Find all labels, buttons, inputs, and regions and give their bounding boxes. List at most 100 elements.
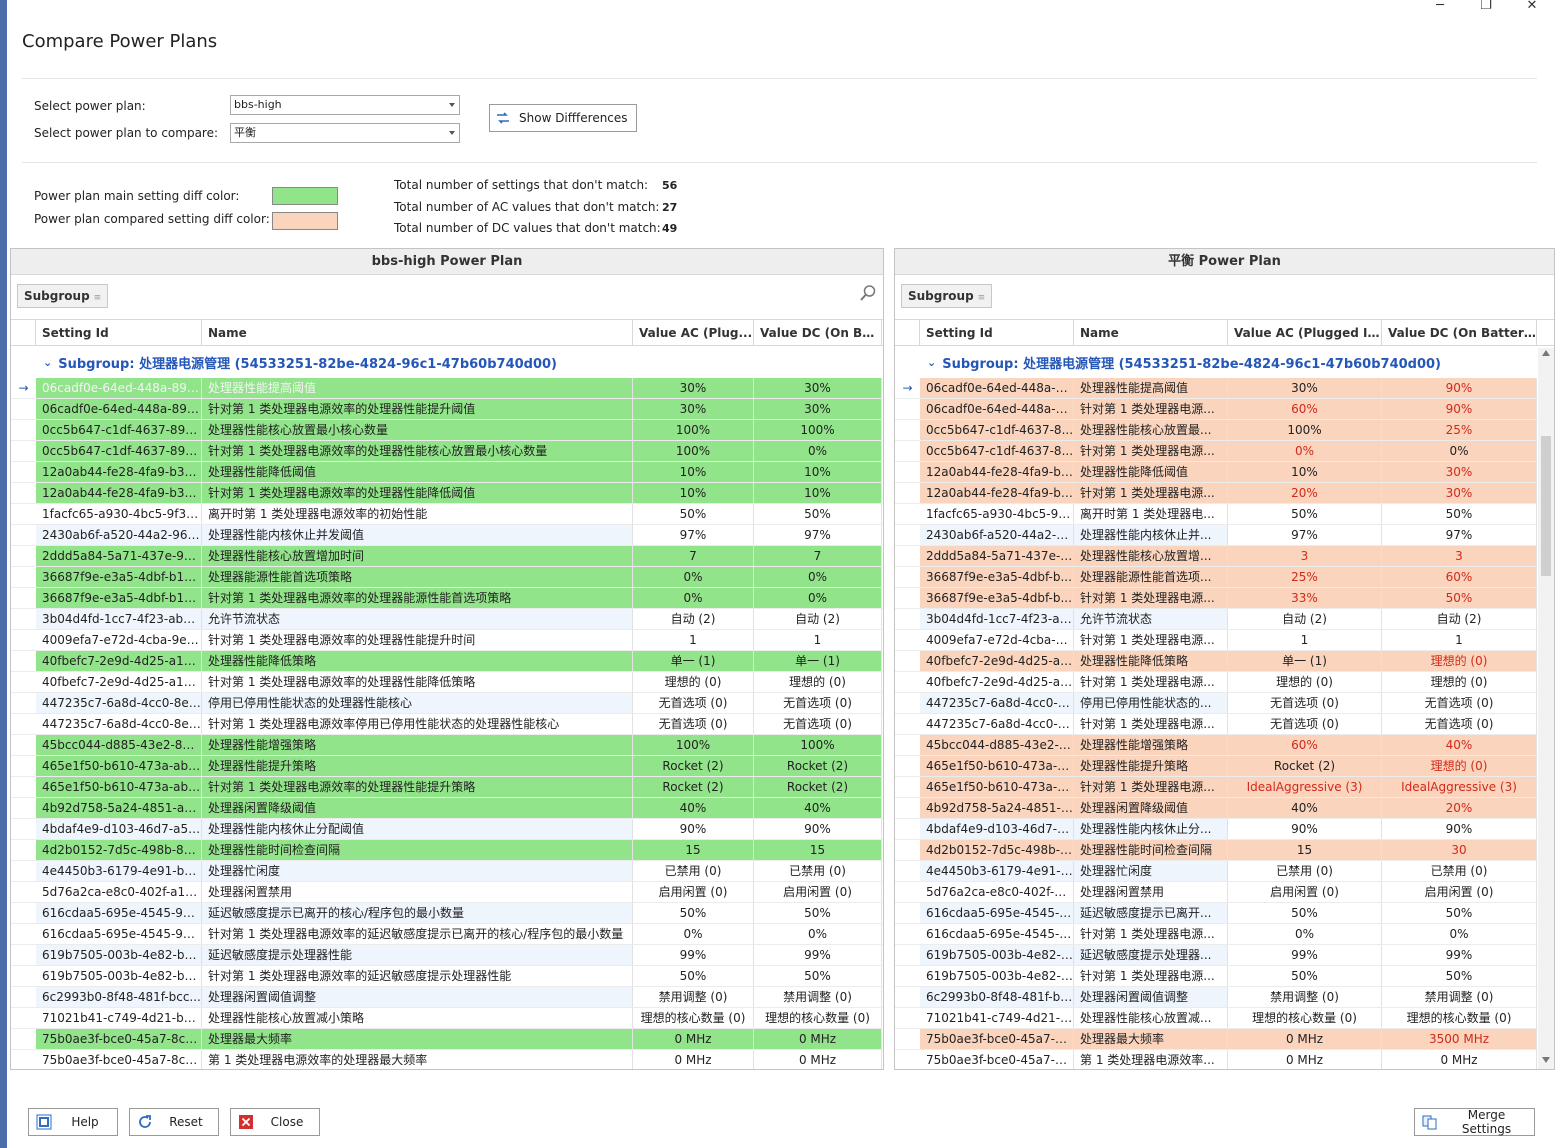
subgroup-row[interactable]: ⌄ Subgroup: 处理器电源管理 (54533251-82be-4824-… — [11, 346, 883, 378]
setting-id-cell[interactable]: 447235c7-6a8d-4cc0-8e2... — [36, 693, 202, 713]
name-cell[interactable]: 处理器性能降低阈值 — [202, 462, 633, 482]
value-dc-cell[interactable]: 理想的 (0) — [1382, 651, 1537, 671]
name-cell[interactable]: 处理器性能内核休止分... — [1074, 819, 1228, 839]
setting-id-cell[interactable]: 6c2993b0-8f48-481f-bc... — [920, 987, 1074, 1007]
value-dc-cell[interactable]: 7 — [754, 546, 882, 566]
value-ac-cell[interactable]: 0% — [633, 567, 754, 587]
setting-id-cell[interactable]: 447235c7-6a8d-4cc0-8... — [920, 693, 1074, 713]
value-dc-cell[interactable]: 已禁用 (0) — [754, 861, 882, 881]
value-dc-cell[interactable]: 100% — [754, 735, 882, 755]
name-cell[interactable]: 第 1 类处理器电源效率... — [1074, 1050, 1228, 1069]
table-row[interactable]: 36687f9e-e3a5-4dbf-b... 针对第 1 类处理器电源... 33… — [895, 588, 1554, 609]
value-ac-cell[interactable]: 10% — [1228, 462, 1382, 482]
value-dc-cell[interactable]: 25% — [1382, 420, 1537, 440]
table-row[interactable]: 4bdaf4e9-d103-46d7-a... 处理器性能内核休止分... 90% 9… — [895, 819, 1554, 840]
value-dc-cell[interactable]: 30% — [754, 378, 882, 398]
setting-id-cell[interactable]: 75b0ae3f-bce0-45a7-8c... — [920, 1050, 1074, 1069]
value-dc-cell[interactable]: 99% — [754, 945, 882, 965]
value-ac-cell[interactable]: 0% — [633, 588, 754, 608]
value-ac-cell[interactable]: 理想的 (0) — [1228, 672, 1382, 692]
value-dc-cell[interactable]: Rocket (2) — [754, 756, 882, 776]
name-cell[interactable]: 针对第 1 类处理器电源... — [1074, 630, 1228, 650]
setting-id-cell[interactable]: 616cdaa5-695e-4545-97a... — [36, 903, 202, 923]
value-ac-cell[interactable]: 无首选项 (0) — [633, 693, 754, 713]
value-ac-cell[interactable]: 理想的 (0) — [633, 672, 754, 692]
close-window-button[interactable]: ✕ — [1509, 0, 1555, 14]
setting-id-cell[interactable]: 2ddd5a84-5a71-437e-912... — [36, 546, 202, 566]
setting-id-cell[interactable]: 71021b41-c749-4d21-b... — [920, 1008, 1074, 1028]
setting-id-cell[interactable]: 75b0ae3f-bce0-45a7-8c8... — [36, 1029, 202, 1049]
value-ac-cell[interactable]: 0 MHz — [1228, 1050, 1382, 1069]
value-ac-cell[interactable]: 100% — [1228, 420, 1382, 440]
value-ac-cell[interactable]: IdealAggressive (3) — [1228, 777, 1382, 797]
name-cell[interactable]: 针对第 1 类处理器电源... — [1074, 924, 1228, 944]
value-dc-cell[interactable]: 10% — [754, 462, 882, 482]
value-dc-cell[interactable]: 50% — [754, 966, 882, 986]
name-cell[interactable]: 处理器能源性能首选项... — [1074, 567, 1228, 587]
help-button[interactable]: Help — [28, 1108, 118, 1136]
merge-settings-button[interactable]: Merge Settings — [1414, 1108, 1535, 1136]
name-cell[interactable]: 针对第 1 类处理器电源效率的处理器性能降低阈值 — [202, 483, 633, 503]
setting-id-cell[interactable]: 0cc5b647-c1df-4637-891... — [36, 441, 202, 461]
vertical-scrollbar[interactable] — [1538, 348, 1554, 1069]
table-row[interactable]: 71021b41-c749-4d21-b... 处理器性能核心放置减... 理想的核… — [895, 1008, 1554, 1029]
column-header-value-dc[interactable]: Value DC (On Bat... — [754, 320, 882, 345]
value-dc-cell[interactable]: 0 MHz — [1382, 1050, 1537, 1069]
value-ac-cell[interactable]: 50% — [1228, 966, 1382, 986]
value-ac-cell[interactable]: 无首选项 (0) — [1228, 693, 1382, 713]
setting-id-cell[interactable]: 2ddd5a84-5a71-437e-9... — [920, 546, 1074, 566]
value-ac-cell[interactable]: 99% — [633, 945, 754, 965]
table-row[interactable]: 6c2993b0-8f48-481f-bc... 处理器闲置阈值调整 禁用调整 (0… — [895, 987, 1554, 1008]
table-row[interactable]: 4009efa7-e72d-4cba-9... 针对第 1 类处理器电源... 1 1 — [895, 630, 1554, 651]
value-ac-cell[interactable]: 自动 (2) — [1228, 609, 1382, 629]
value-ac-cell[interactable]: 100% — [633, 420, 754, 440]
setting-id-cell[interactable]: 619b7505-003b-4e82-b7a... — [36, 966, 202, 986]
setting-id-cell[interactable]: 619b7505-003b-4e82-b... — [920, 966, 1074, 986]
setting-id-cell[interactable]: 12a0ab44-fe28-4fa9-b3... — [920, 483, 1074, 503]
table-row[interactable]: 616cdaa5-695e-4545-9... 针对第 1 类处理器电源... 0%… — [895, 924, 1554, 945]
name-cell[interactable]: 处理器性能降低策略 — [1074, 651, 1228, 671]
value-dc-cell[interactable]: 100% — [754, 420, 882, 440]
reset-button[interactable]: Reset — [129, 1108, 219, 1136]
table-row[interactable]: 45bcc044-d885-43e2-8... 处理器性能增强策略 60% 40% — [895, 735, 1554, 756]
value-ac-cell[interactable]: 25% — [1228, 567, 1382, 587]
chevron-down-icon[interactable] — [449, 131, 455, 135]
table-row[interactable]: 465e1f50-b610-473a-a... 处理器性能提升策略 Rocket (… — [895, 756, 1554, 777]
name-cell[interactable]: 停用已停用性能状态的处理器性能核心 — [202, 693, 633, 713]
compare-plan-combo[interactable]: 平衡 — [230, 123, 460, 143]
table-row[interactable]: 06cadf0e-64ed-448a-892... 针对第 1 类处理器电源效率的… — [11, 399, 883, 420]
setting-id-cell[interactable]: 40fbefc7-2e9d-4d25-a18... — [36, 651, 202, 671]
search-icon[interactable] — [859, 284, 877, 302]
chevron-down-icon[interactable]: ⌄ — [927, 356, 936, 369]
value-dc-cell[interactable]: 自动 (2) — [754, 609, 882, 629]
table-row[interactable]: → 06cadf0e-64ed-448a-892... 处理器性能提高阈值 30% 30… — [11, 378, 883, 399]
table-row[interactable]: 1facfc65-a930-4bc5-9f38... 离开时第 1 类处理器电源效… — [11, 504, 883, 525]
name-cell[interactable]: 针对第 1 类处理器电源效率的延迟敏感度提示处理器性能 — [202, 966, 633, 986]
value-ac-cell[interactable]: 已禁用 (0) — [633, 861, 754, 881]
value-ac-cell[interactable]: Rocket (2) — [633, 756, 754, 776]
value-dc-cell[interactable]: 40% — [754, 798, 882, 818]
table-row[interactable]: 465e1f50-b610-473a-a... 针对第 1 类处理器电源... Id… — [895, 777, 1554, 798]
value-ac-cell[interactable]: 禁用调整 (0) — [633, 987, 754, 1007]
table-row[interactable]: 447235c7-6a8d-4cc0-8e2... 停用已停用性能状态的处理器性能… — [11, 693, 883, 714]
name-cell[interactable]: 处理器闲置阈值调整 — [202, 987, 633, 1007]
name-cell[interactable]: 处理器闲置降级阈值 — [1074, 798, 1228, 818]
table-row[interactable]: 36687f9e-e3a5-4dbf-b1d... 处理器能源性能首选项策略 0% 0… — [11, 567, 883, 588]
value-ac-cell[interactable]: 启用闲置 (0) — [633, 882, 754, 902]
value-dc-cell[interactable]: 理想的 (0) — [1382, 756, 1537, 776]
table-row[interactable]: 4009efa7-e72d-4cba-9ed... 针对第 1 类处理器电源效率的… — [11, 630, 883, 651]
name-cell[interactable]: 处理器性能核心放置增加时间 — [202, 546, 633, 566]
table-row[interactable]: 3b04d4fd-1cc7-4f23-ab1c... 允许节流状态 自动 (2) 自动… — [11, 609, 883, 630]
name-cell[interactable]: 针对第 1 类处理器电源效率的处理器性能降低策略 — [202, 672, 633, 692]
value-dc-cell[interactable]: 禁用调整 (0) — [754, 987, 882, 1007]
setting-id-cell[interactable]: 1facfc65-a930-4bc5-9f38... — [36, 504, 202, 524]
setting-id-cell[interactable]: 06cadf0e-64ed-448a-8... — [920, 399, 1074, 419]
table-row[interactable]: 4b92d758-5a24-4851-a... 处理器闲置降级阈值 40% 20% — [895, 798, 1554, 819]
scroll-up-icon[interactable] — [1542, 350, 1550, 356]
value-ac-cell[interactable]: 单一 (1) — [633, 651, 754, 671]
name-cell[interactable]: 处理器性能降低阈值 — [1074, 462, 1228, 482]
setting-id-cell[interactable]: 465e1f50-b610-473a-ab5... — [36, 777, 202, 797]
value-dc-cell[interactable]: 无首选项 (0) — [754, 714, 882, 734]
show-differences-button[interactable]: Show Diffferences — [489, 104, 637, 132]
value-dc-cell[interactable]: Rocket (2) — [754, 777, 882, 797]
